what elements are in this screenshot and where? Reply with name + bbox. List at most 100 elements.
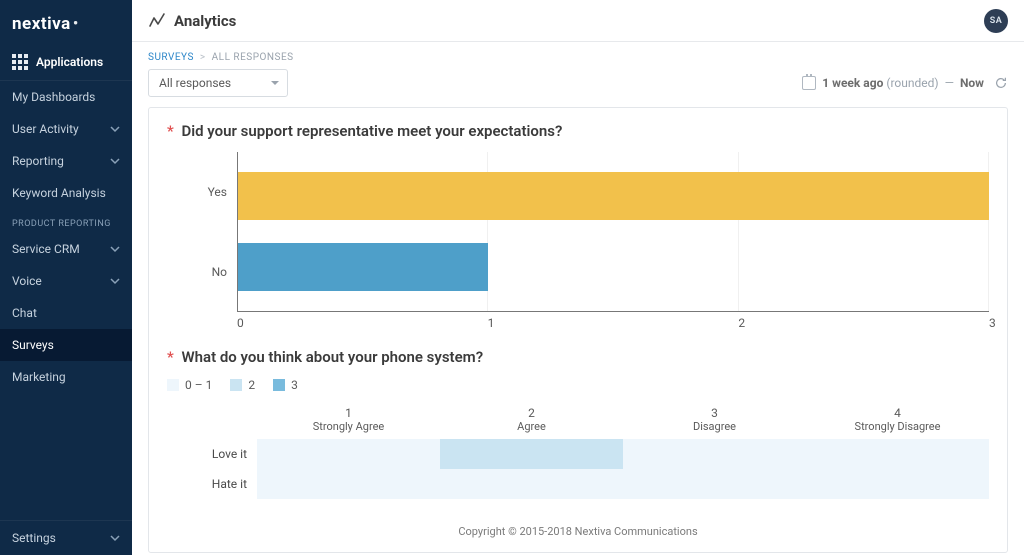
sidebar-item-label: Marketing: [12, 370, 66, 384]
brand-logo: nextiva •: [12, 14, 120, 34]
refresh-button[interactable]: [994, 76, 1008, 90]
results-card: * Did your support representative meet y…: [148, 107, 1008, 553]
heatmap-col-header: 1 Strongly Agree: [257, 404, 440, 435]
settings-label: Settings: [12, 531, 56, 545]
sidebar-item-my-dashboards[interactable]: My Dashboards: [0, 81, 132, 113]
heatmap-col-num: 1: [257, 406, 440, 420]
sidebar-item-service-crm[interactable]: Service CRM: [0, 233, 132, 265]
breadcrumb-root[interactable]: SURVEYS: [148, 52, 194, 63]
question-1: * Did your support representative meet y…: [167, 122, 989, 332]
legend-swatch-icon: [167, 379, 179, 391]
heatmap-cell: [440, 469, 623, 499]
heatmap-row-label: Love it: [167, 447, 257, 461]
sidebar-item-marketing[interactable]: Marketing: [0, 361, 132, 393]
heatmap-col-header: 3 Disagree: [623, 404, 806, 435]
breadcrumb-sep-icon: >: [200, 52, 206, 63]
chevron-down-icon: [110, 276, 120, 286]
main: Analytics SA SURVEYS > ALL RESPONSES All…: [132, 0, 1024, 555]
question-title: * Did your support representative meet y…: [167, 122, 989, 140]
topbar: Analytics SA: [132, 0, 1024, 42]
heatmap-col-header: 4 Strongly Disagree: [806, 404, 989, 435]
heatmap-row: Hate it: [167, 469, 989, 499]
bar-chart-ylabel: Yes: [208, 185, 227, 199]
analytics-icon: [148, 12, 166, 30]
question-text: Did your support representative meet you…: [181, 122, 562, 140]
nav-primary: My Dashboards User Activity Reporting Ke…: [0, 80, 132, 393]
legend-label: 0 – 1: [185, 378, 212, 392]
heatmap-col-label: Disagree: [623, 420, 806, 433]
bar-chart-plot: [237, 152, 989, 312]
bar-chart-ylabels: Yes No: [167, 152, 237, 312]
heatmap-col-num: 4: [806, 406, 989, 420]
apps-button[interactable]: Applications: [0, 44, 132, 80]
heatmap-cell: [806, 439, 989, 469]
chevron-down-icon: [110, 156, 120, 166]
heatmap-cell: [257, 439, 440, 469]
brand-name: nextiva: [12, 14, 71, 34]
bar-yes: [238, 172, 989, 220]
responses-filter-dropdown[interactable]: All responses: [148, 69, 288, 97]
grid-icon: [12, 54, 28, 70]
heatmap-col-label: Strongly Disagree: [806, 420, 989, 433]
range-from: 1 week ago: [822, 76, 883, 90]
dropdown-value: All responses: [159, 76, 231, 90]
chevron-down-icon: [110, 244, 120, 254]
sidebar-item-label: Reporting: [12, 154, 64, 168]
sidebar-item-label: Voice: [12, 274, 42, 288]
heatmap-row-label: Hate it: [167, 477, 257, 491]
filter-row: All responses 1 week ago (rounded) — Now: [132, 69, 1024, 107]
bar-no: [238, 243, 488, 291]
sidebar-item-label: Keyword Analysis: [12, 186, 106, 200]
brand-block: nextiva •: [0, 0, 132, 44]
bar-chart-axis-corner: [167, 312, 237, 332]
heatmap-header: 1 Strongly Agree 2 Agree 3 Disagree 4 St…: [167, 404, 989, 435]
question-2: * What do you think about your phone sys…: [167, 348, 989, 499]
legend-swatch-icon: [230, 379, 242, 391]
sidebar-item-user-activity[interactable]: User Activity: [0, 113, 132, 145]
legend-item: 2: [230, 378, 255, 392]
avatar[interactable]: SA: [984, 9, 1008, 33]
nav-section-header: PRODUCT REPORTING: [0, 209, 132, 233]
content: * Did your support representative meet y…: [132, 107, 1024, 555]
sidebar-item-label: Surveys: [12, 338, 54, 352]
heatmap-row: Love it: [167, 439, 989, 469]
settings-button[interactable]: Settings: [0, 520, 132, 555]
heatmap-col-header: 2 Agree: [440, 404, 623, 435]
heatmap-col-num: 2: [440, 406, 623, 420]
heatmap-col-num: 3: [623, 406, 806, 420]
chevron-down-icon: [110, 124, 120, 134]
sidebar-item-label: User Activity: [12, 122, 79, 136]
required-asterisk-icon: *: [167, 348, 174, 366]
breadcrumb-leaf: ALL RESPONSES: [212, 52, 294, 63]
range-sep: —: [945, 76, 954, 90]
legend-swatch-icon: [273, 379, 285, 391]
question-title: * What do you think about your phone sys…: [167, 348, 989, 366]
bar-chart-bars: [238, 152, 989, 311]
breadcrumb: SURVEYS > ALL RESPONSES: [132, 42, 1024, 69]
apps-label: Applications: [36, 55, 103, 69]
page-title: Analytics: [174, 12, 236, 30]
sidebar-item-keyword-analysis[interactable]: Keyword Analysis: [0, 177, 132, 209]
range-to: Now: [960, 76, 984, 90]
range-from-suffix: (rounded): [886, 76, 938, 90]
bar-chart: Yes No 0: [167, 152, 989, 332]
sidebar: nextiva • Applications My Dashboards Use…: [0, 0, 132, 555]
heatmap-cell: [257, 469, 440, 499]
time-range-picker[interactable]: 1 week ago (rounded) — Now: [802, 76, 984, 90]
legend-label: 2: [248, 378, 255, 392]
legend-item: 0 – 1: [167, 378, 212, 392]
sidebar-item-label: Chat: [12, 306, 37, 320]
legend-item: 3: [273, 378, 298, 392]
sidebar-item-voice[interactable]: Voice: [0, 265, 132, 297]
sidebar-item-label: Service CRM: [12, 242, 80, 256]
heatmap-cell: [440, 439, 623, 469]
sidebar-item-surveys[interactable]: Surveys: [0, 329, 132, 361]
legend-label: 3: [291, 378, 298, 392]
sidebar-spacer: [0, 393, 132, 520]
sidebar-item-chat[interactable]: Chat: [0, 297, 132, 329]
sidebar-item-reporting[interactable]: Reporting: [0, 145, 132, 177]
heatmap-cell: [806, 469, 989, 499]
heatmap-col-label: Agree: [440, 420, 623, 433]
calendar-icon: [802, 76, 816, 90]
required-asterisk-icon: *: [167, 122, 174, 140]
